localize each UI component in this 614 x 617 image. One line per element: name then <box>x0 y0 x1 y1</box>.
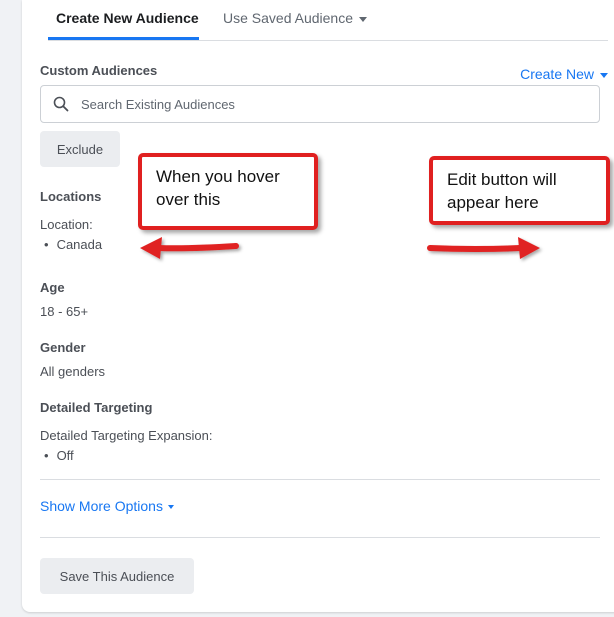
arrow-right-icon <box>427 237 540 259</box>
arrow-left-icon <box>140 237 239 259</box>
annotation-arrows <box>140 237 540 259</box>
